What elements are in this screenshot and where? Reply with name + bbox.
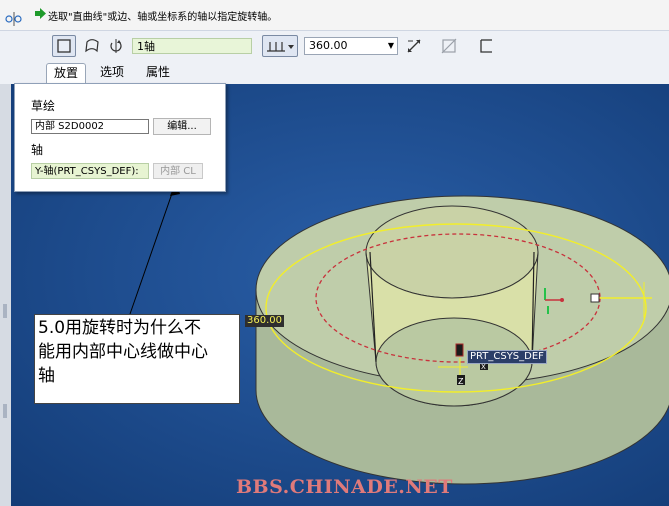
solid-icon [57, 39, 71, 53]
flip-direction-button[interactable] [402, 35, 426, 57]
axis-reference-button[interactable] [104, 35, 128, 57]
angle-value: 360.00 [309, 39, 348, 52]
surface-toggle-button[interactable] [80, 35, 104, 57]
left-splitter[interactable] [0, 84, 11, 506]
axis-collector[interactable]: 1轴 [132, 38, 252, 54]
surface-icon [85, 39, 99, 53]
annotation-line-2: 能用内部中心线做中心 [38, 342, 208, 362]
sketch-collector[interactable]: 内部 S2D0002 [31, 119, 149, 134]
prompt-message: 选取"直曲线"或边、轴或坐标系的轴以指定旋转轴。 [48, 12, 278, 23]
placement-panel: 草绘 内部 S2D0002 编辑... 轴 Y-轴(PRT_CSYS_DEF):… [14, 83, 226, 192]
csys-x-label: X [481, 363, 486, 371]
thicken-icon [480, 39, 492, 53]
csys-name-label: PRT_CSYS_DEF [467, 350, 547, 364]
solid-toggle-button[interactable] [52, 35, 76, 57]
flip-icon [407, 39, 421, 53]
angle-value-combo[interactable]: 360.00 ▼ [304, 37, 398, 55]
splitter-grip[interactable] [3, 304, 7, 318]
chevron-down-icon[interactable]: ▼ [388, 38, 394, 54]
drag-handle[interactable] [590, 293, 600, 303]
message-bar: 选取"直曲线"或边、轴或坐标系的轴以指定旋转轴。 [0, 0, 669, 31]
feature-dashboard: 选取"直曲线"或边、轴或坐标系的轴以指定旋转轴。 1轴 360.00 ▼ 放置 … [0, 0, 669, 84]
edit-sketch-button[interactable]: 编辑... [153, 118, 211, 135]
angle-option-button[interactable] [262, 35, 298, 57]
tab-placement[interactable]: 放置 [46, 63, 86, 83]
csys-marker [455, 343, 464, 357]
annotation-line-1: 5.0用旋转时为什么不 [38, 318, 202, 338]
thicken-sketch-button[interactable] [474, 35, 498, 57]
annotation-callout: 5.0用旋转时为什么不 能用内部中心线做中心 轴 [34, 314, 240, 404]
remove-material-button[interactable] [437, 35, 461, 57]
tab-options[interactable]: 选项 [94, 63, 130, 82]
remove-material-icon [441, 38, 457, 54]
csys-origin-dot [560, 298, 564, 302]
axis-heading: 轴 [31, 143, 44, 157]
datum-tool-icon[interactable] [3, 10, 25, 28]
prompt-arrow-icon [35, 8, 46, 19]
watermark-text: BBS.CHINADE.NET [236, 476, 453, 498]
sketch-heading: 草绘 [31, 99, 56, 113]
graphics-angle-label[interactable]: 360.00 [245, 315, 284, 327]
tab-properties[interactable]: 属性 [140, 63, 176, 82]
splitter-grip[interactable] [3, 404, 7, 418]
internal-cl-button[interactable]: 内部 CL [153, 163, 203, 179]
inner-hole-top [365, 205, 539, 299]
revolve-axis-icon [110, 39, 122, 53]
variable-angle-icon [267, 42, 294, 52]
annotation-line-3: 轴 [38, 366, 55, 386]
axis-reference-collector[interactable]: Y-轴(PRT_CSYS_DEF): [31, 163, 149, 179]
csys-z-label: Z [458, 377, 464, 386]
